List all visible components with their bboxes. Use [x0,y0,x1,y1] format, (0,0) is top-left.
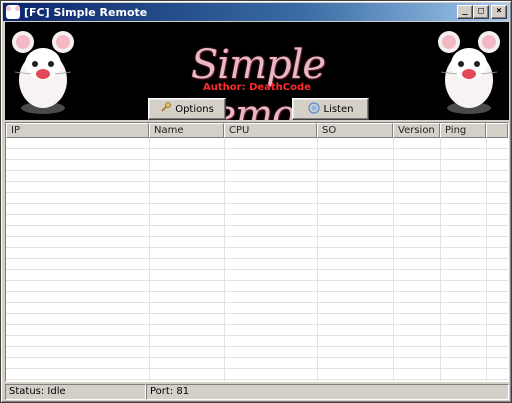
maximize-button[interactable]: □ [473,5,489,19]
title-bar[interactable]: [FC] Simple Remote _ □ × [3,3,509,21]
options-button[interactable]: Options [148,98,226,120]
mouse-app-icon[interactable] [6,5,20,19]
grid-divider [224,138,225,381]
header-banner: Simple Remote Author: DeathCode Options … [5,22,509,120]
grid-divider [486,138,487,381]
window-controls: _ □ × [457,5,507,19]
close-button[interactable]: × [491,5,507,19]
main-window: [FC] Simple Remote _ □ × Simple Remote A… [0,0,512,403]
options-label: Options [175,103,214,115]
mouse-mascot-right [438,31,500,114]
column-version[interactable]: Version [393,123,440,138]
column-name[interactable]: Name [149,123,224,138]
grid-divider [440,138,441,381]
signal-icon [307,101,320,117]
status-bar: Status: Idle Port: 81 [5,384,509,400]
wrench-icon [160,102,172,116]
listen-button[interactable]: Listen [292,98,369,120]
grid-divider [393,138,394,381]
window-title: [FC] Simple Remote [24,5,148,19]
listen-label: Listen [323,103,354,115]
clients-list[interactable]: IP Name CPU SO Version Ping [5,122,509,382]
list-grid [6,138,508,381]
grid-divider [149,138,150,381]
grid-divider [317,138,318,381]
column-so[interactable]: SO [317,123,393,138]
status-state: Status: Idle [5,384,146,400]
minimize-button[interactable]: _ [457,5,473,19]
author-credit: Author: DeathCode [203,82,311,93]
status-port: Port: 81 [146,384,509,400]
mouse-mascot-left [12,31,74,114]
column-ping[interactable]: Ping [440,123,486,138]
column-cpu[interactable]: CPU [224,123,317,138]
column-ip[interactable]: IP [6,123,149,138]
column-header: IP Name CPU SO Version Ping [6,123,508,138]
column-filler [486,123,508,138]
